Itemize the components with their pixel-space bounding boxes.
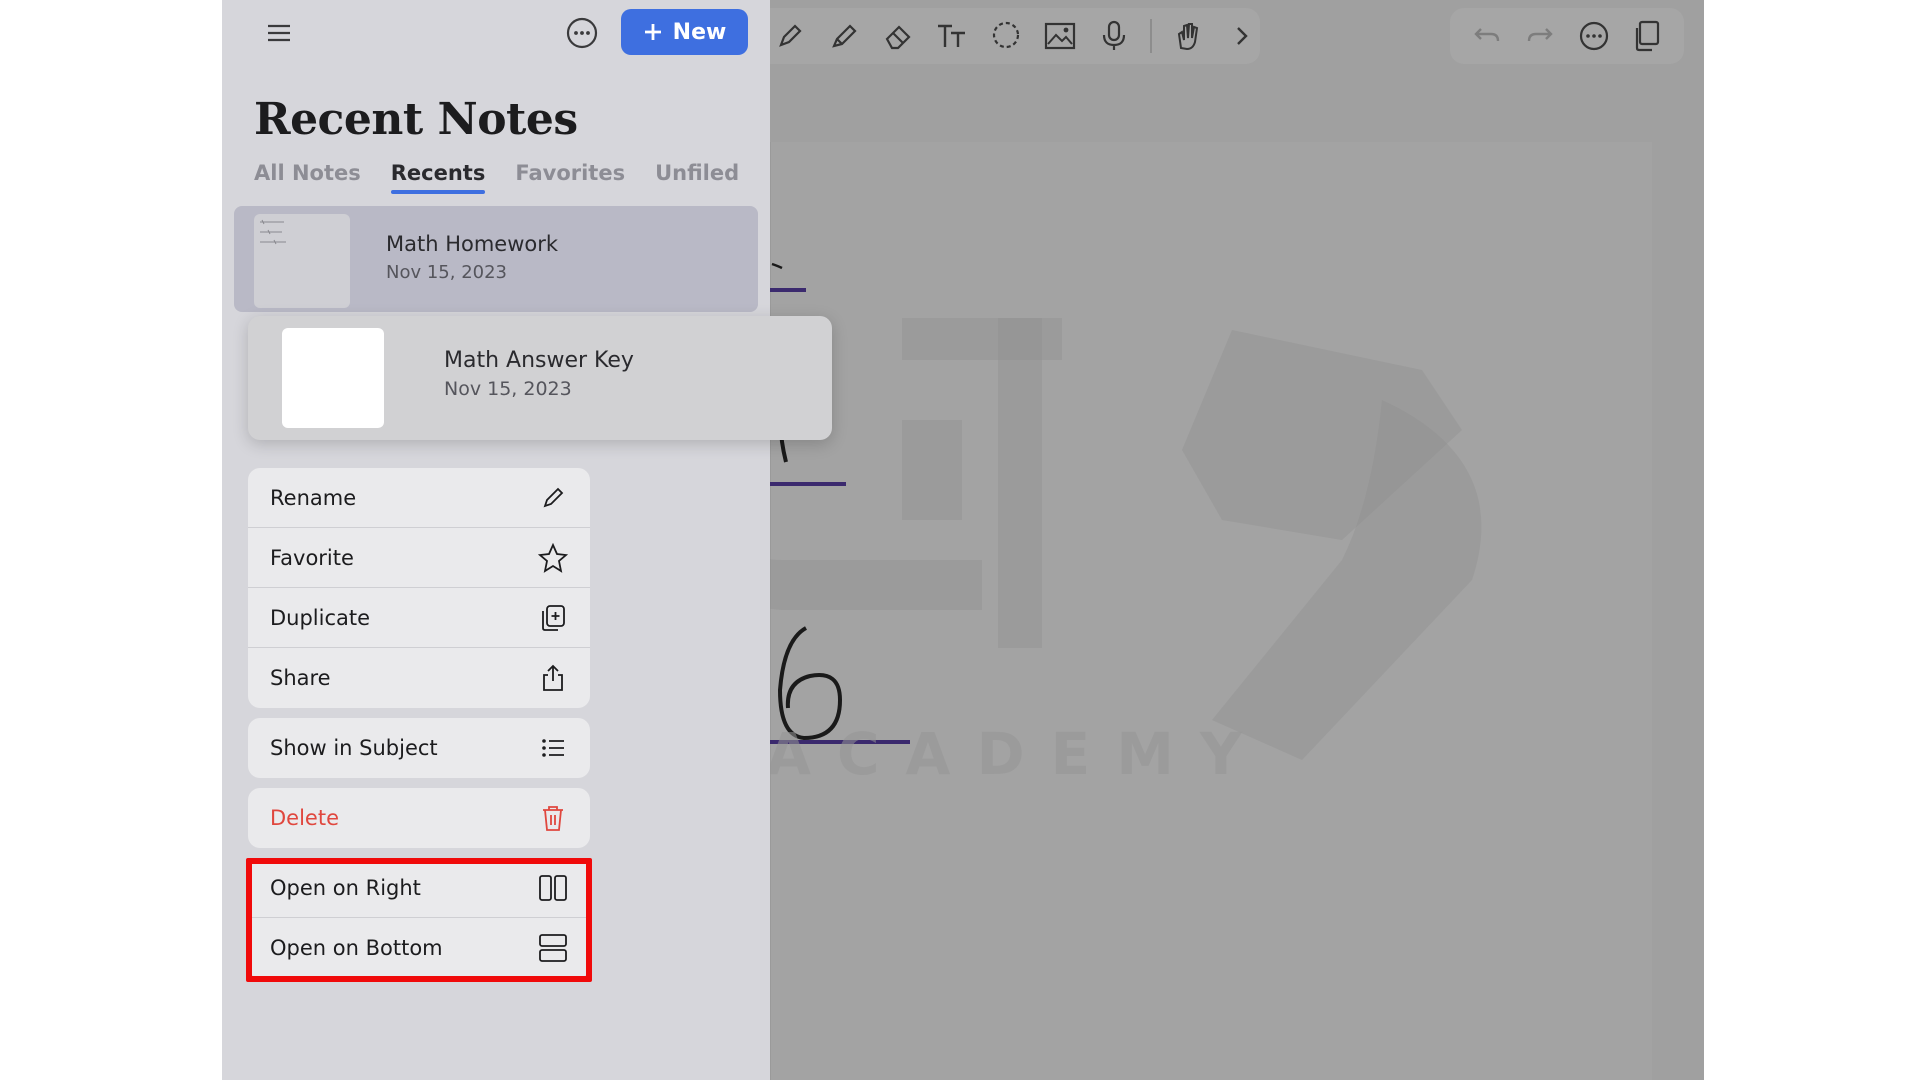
menu-item-label: Favorite [270, 545, 354, 570]
handwriting-strokes [770, 262, 910, 744]
sidebar-more-icon[interactable] [565, 16, 599, 50]
show-in-subject-menu-item[interactable]: Show in Subject [248, 718, 590, 778]
duplicate-icon [538, 603, 568, 633]
list-icon [538, 733, 568, 763]
trash-icon [538, 803, 568, 833]
tab-shared[interactable]: Sl [769, 158, 770, 196]
hamburger-menu-icon[interactable] [266, 20, 292, 46]
split-horizontal-icon [538, 933, 568, 963]
context-menu-group-edit: Rename Favorite Duplicate Share [248, 468, 590, 708]
note-thumbnail [282, 328, 384, 428]
tab-unfiled[interactable]: Unfiled [655, 158, 739, 196]
favorite-menu-item[interactable]: Favorite [248, 528, 590, 588]
context-menu-group-navigate: Show in Subject [248, 718, 590, 778]
menu-item-label: Show in Subject [270, 736, 438, 760]
canvas-area [770, 0, 1704, 1080]
context-menu-group-open: Open on Right Open on Bottom [248, 858, 590, 978]
menu-item-label: Rename [270, 485, 357, 510]
delete-menu-item[interactable]: Delete [248, 788, 590, 848]
pages-icon[interactable] [1629, 18, 1665, 54]
redo-icon[interactable] [1522, 18, 1558, 54]
selected-note-card[interactable]: Math Answer Key Nov 15, 2023 [248, 316, 832, 440]
editor-actions-toolbar [1450, 8, 1684, 64]
share-icon [538, 663, 568, 693]
page-title: Recent Notes [254, 94, 578, 145]
menu-item-label: Open on Right [270, 875, 421, 900]
undo-icon[interactable] [1469, 18, 1505, 54]
list-item-math-homework[interactable]: Math Homework Nov 15, 2023 [234, 206, 758, 312]
new-note-button[interactable]: New [621, 9, 748, 55]
menu-item-label: Delete [270, 806, 339, 830]
note-thumbnail [254, 214, 350, 308]
note-title: Math Answer Key [444, 348, 634, 373]
new-button-label: New [672, 19, 727, 45]
menu-item-label: Share [270, 666, 331, 690]
sidebar-header: New [222, 0, 770, 64]
star-icon [538, 542, 568, 573]
note-date: Nov 15, 2023 [444, 378, 572, 400]
note-context-menu: Rename Favorite Duplicate Share Show in … [248, 468, 590, 988]
menu-item-label: Duplicate [270, 605, 371, 630]
tab-recents[interactable]: Recents [390, 158, 485, 196]
tab-favorites[interactable]: Favorites [515, 158, 625, 196]
split-vertical-icon [538, 873, 568, 903]
plus-icon [644, 24, 661, 40]
note-title: Math Homework [386, 232, 559, 256]
menu-item-label: Open on Bottom [270, 936, 443, 960]
context-menu-group-delete: Delete [248, 788, 590, 848]
open-on-right-menu-item[interactable]: Open on Right [248, 858, 590, 918]
app-screen: ATRO ACADEMY New Recent Notes All Notes … [222, 0, 1704, 1080]
tab-all-notes[interactable]: All Notes [254, 158, 361, 196]
notes-tabs: All Notes Recents Favorites Unfiled Sl [254, 158, 770, 198]
rename-menu-item[interactable]: Rename [248, 468, 590, 528]
open-on-bottom-menu-item[interactable]: Open on Bottom [248, 918, 590, 978]
duplicate-menu-item[interactable]: Duplicate [248, 588, 590, 648]
pencil-icon [538, 483, 568, 513]
note-date: Nov 15, 2023 [386, 262, 508, 283]
more-icon[interactable] [1576, 18, 1612, 54]
share-menu-item[interactable]: Share [248, 648, 590, 708]
